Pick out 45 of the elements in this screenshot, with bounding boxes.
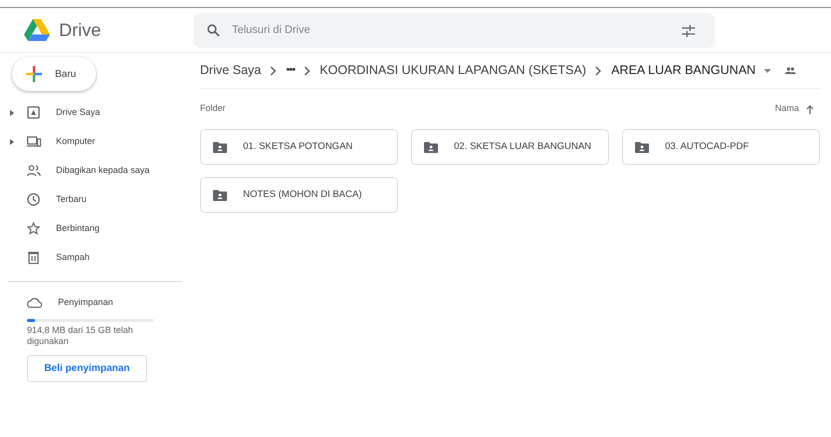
breadcrumb-link[interactable]: Drive Saya bbox=[200, 61, 262, 80]
new-button[interactable]: Baru bbox=[12, 57, 96, 91]
search-field[interactable]: Telusuri di Drive bbox=[193, 12, 715, 48]
breadcrumb-link[interactable]: AREA LUAR BANGUNAN bbox=[611, 61, 756, 80]
sort-button[interactable]: Nama bbox=[774, 102, 799, 116]
star-icon bbox=[27, 222, 41, 235]
trash-icon bbox=[27, 251, 41, 264]
chevron-right-icon bbox=[270, 66, 278, 76]
people-icon[interactable] bbox=[784, 67, 796, 74]
sidebar-item[interactable]: Terbaru bbox=[56, 192, 87, 206]
people-icon bbox=[27, 164, 41, 177]
expand-arrow-icon[interactable] bbox=[10, 138, 14, 144]
folder-card[interactable]: 02. SKETSA LUAR BANGUNAN bbox=[411, 129, 609, 165]
breadcrumb-link[interactable]: KOORDINASI UKURAN LAPANGAN (SKETSA) bbox=[320, 61, 586, 80]
sidebar-item[interactable]: Dibagikan kepada saya bbox=[56, 164, 150, 178]
expand-arrow-icon[interactable] bbox=[10, 110, 14, 116]
app-title: Drive bbox=[59, 18, 102, 42]
sidebar-item[interactable]: Berbintang bbox=[56, 222, 100, 236]
breadcrumb-link[interactable]: ••• bbox=[286, 62, 295, 79]
sidebar-item[interactable]: Komputer bbox=[56, 134, 96, 148]
storage-link[interactable]: Penyimpanan bbox=[58, 296, 114, 310]
folder-card[interactable]: NOTES (MOHON DI BACA) bbox=[200, 177, 398, 213]
shared-folder-icon bbox=[424, 142, 438, 152]
filter-options-icon[interactable] bbox=[682, 24, 695, 36]
search-icon bbox=[207, 24, 220, 36]
computer-icon bbox=[27, 135, 41, 148]
chevron-right-icon bbox=[595, 66, 602, 76]
sidebar-item[interactable]: Drive Saya bbox=[56, 106, 100, 120]
sidebar-item[interactable]: Sampah bbox=[56, 250, 90, 264]
caret-down-icon[interactable] bbox=[764, 68, 771, 72]
section-heading: Folder bbox=[200, 102, 226, 116]
buy-storage-button[interactable]: Beli penyimpanan bbox=[27, 355, 147, 382]
shared-folder-icon bbox=[635, 142, 649, 152]
folder-card[interactable]: 01. SKETSA POTONGAN bbox=[200, 129, 398, 165]
shared-folder-icon bbox=[213, 190, 227, 200]
arrow-up-icon[interactable] bbox=[806, 104, 814, 114]
cloud-icon bbox=[27, 298, 42, 308]
clock-icon bbox=[27, 193, 41, 206]
shared-folder-icon bbox=[213, 142, 227, 152]
folder-card[interactable]: 03. AUTOCAD-PDF bbox=[622, 129, 820, 165]
storage-usage-text: 914,8 MB dari 15 GB telah digunakan bbox=[27, 325, 134, 347]
chevron-right-icon bbox=[304, 66, 311, 76]
drive-icon bbox=[27, 106, 41, 119]
drive-logo-icon bbox=[24, 18, 50, 42]
plus-icon bbox=[26, 66, 42, 82]
